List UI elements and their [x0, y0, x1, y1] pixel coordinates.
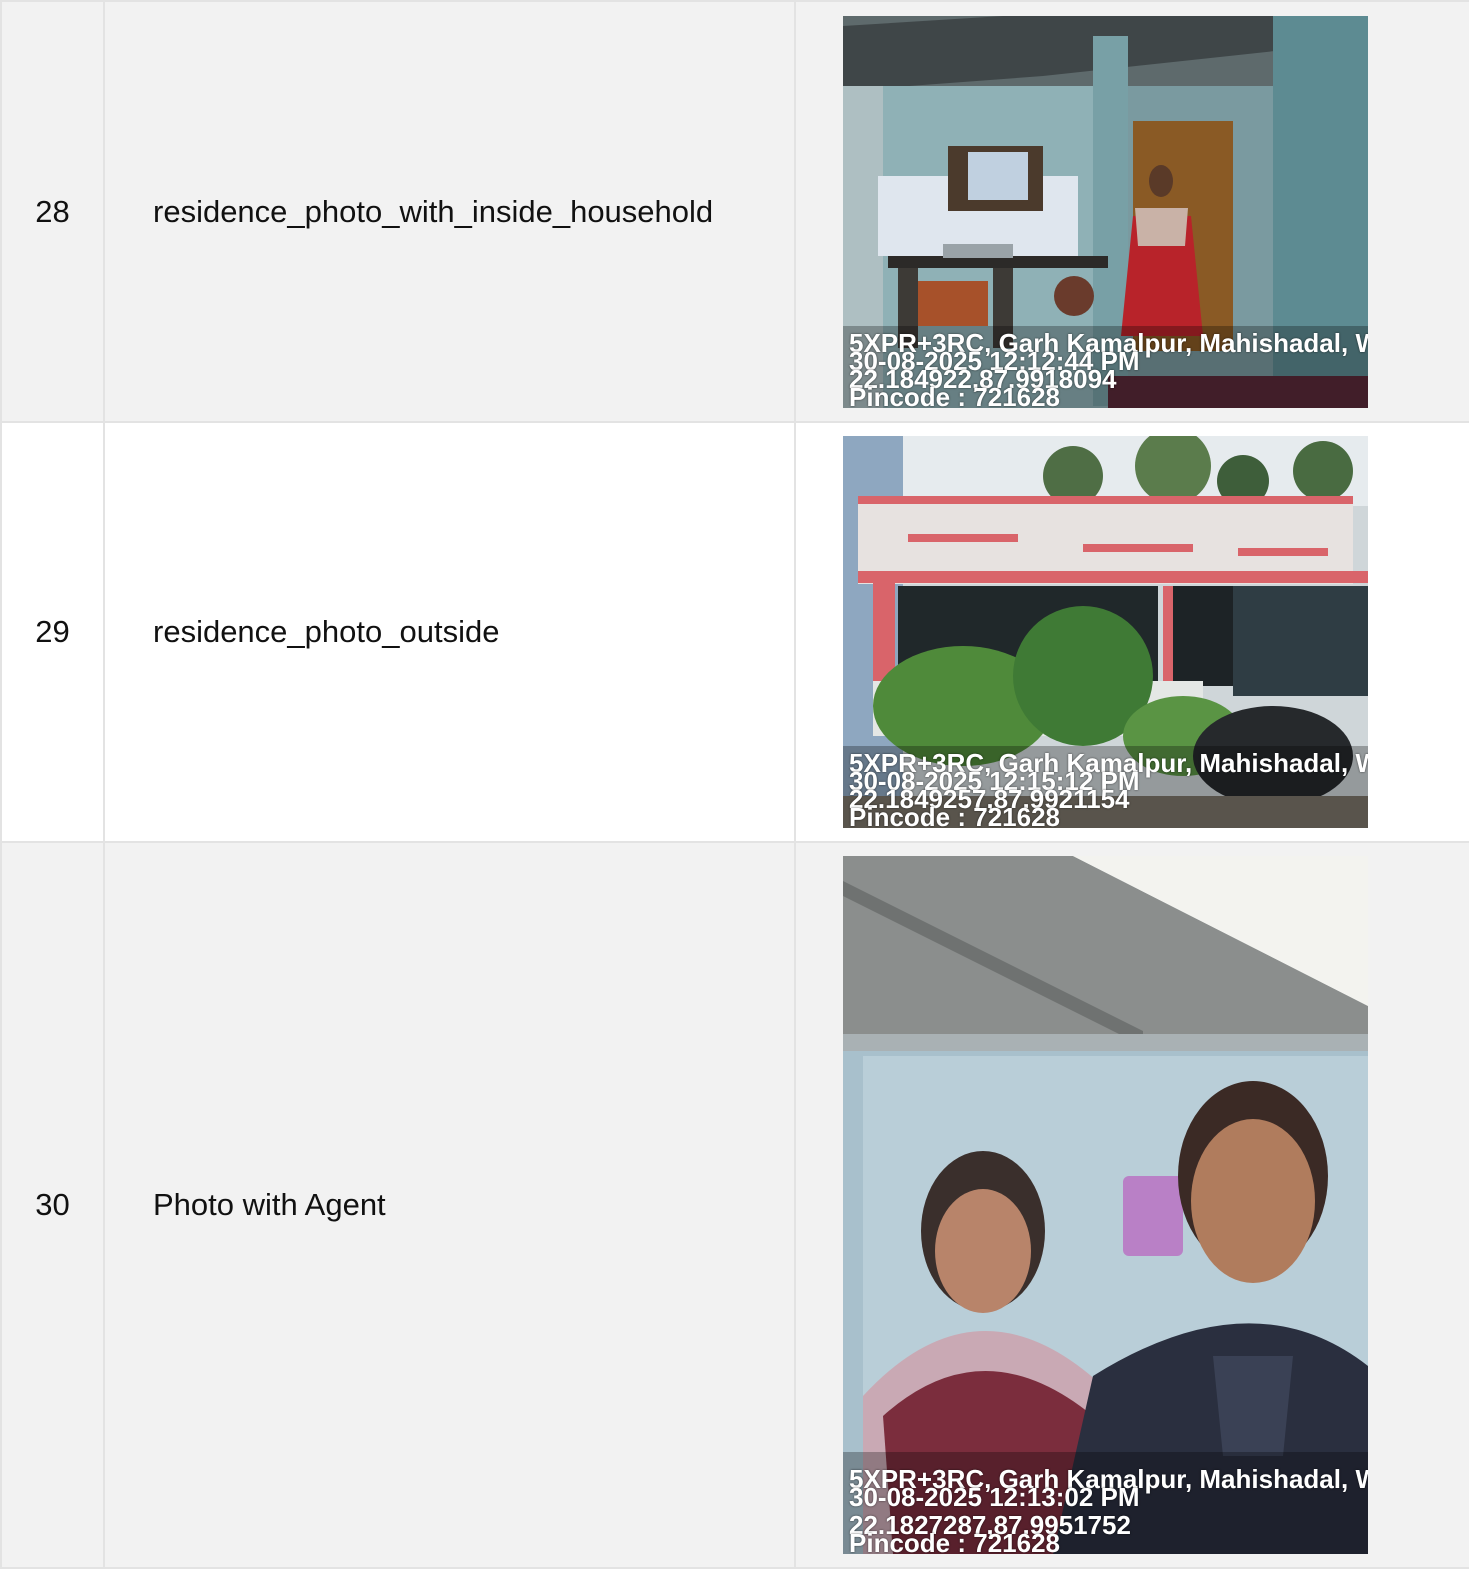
photo-cell: 5XPR+3RC, Garh Kamalpur, Mahishadal, Wes…	[794, 421, 1469, 843]
photo-cell: 5XPR+3RC, Garh Kamalpur, Mahishadal, Wes…	[794, 0, 1469, 423]
row-label: residence_photo_with_inside_household	[103, 0, 796, 423]
photo-stamp: 5XPR+3RC, Garh Kamalpur, Mahishadal, Wes…	[849, 330, 1368, 408]
table-row: 30 Photo with Agent 5XPR+3RC, Garh Kamal…	[0, 841, 1469, 1569]
photo-cell: 5XPR+3RC, Garh Kamalpur, Mahishadal, Wes…	[794, 841, 1469, 1569]
row-label: Photo with Agent	[103, 841, 796, 1569]
table-row: 29 residence_photo_outside 5XPR+3RC, Gar…	[0, 421, 1469, 843]
row-number: 29	[0, 421, 105, 843]
row-label: residence_photo_outside	[103, 421, 796, 843]
photo-stamp: 5XPR+3RC, Garh Kamalpur, Mahishadal, Wes…	[849, 750, 1368, 828]
row-number: 30	[0, 841, 105, 1569]
residence-inside-photo: 5XPR+3RC, Garh Kamalpur, Mahishadal, Wes…	[843, 15, 1368, 408]
agent-photo: 5XPR+3RC, Garh Kamalpur, Mahishadal, Wes…	[843, 856, 1368, 1554]
photo-stamp: 5XPR+3RC, Garh Kamalpur, Mahishadal, Wes…	[849, 1466, 1368, 1554]
table-row: 28 residence_photo_with_inside_household	[0, 0, 1469, 423]
residence-outside-photo: 5XPR+3RC, Garh Kamalpur, Mahishadal, Wes…	[843, 436, 1368, 828]
document-table: 28 residence_photo_with_inside_household	[0, 0, 1469, 1569]
agent-image	[843, 856, 1368, 1554]
row-number: 28	[0, 0, 105, 423]
